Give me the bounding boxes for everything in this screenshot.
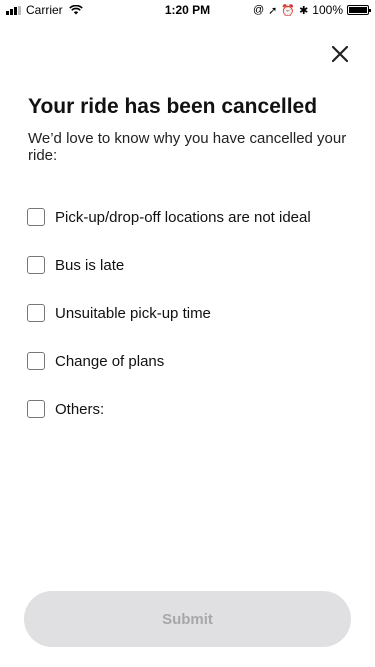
reason-label: Change of plans [55,352,165,370]
status-bar: Carrier 1:20 PM @ ➚ ⏰ ✱ 100% [0,0,375,20]
checkbox[interactable] [27,256,45,274]
reason-option-locations[interactable]: Pick-up/drop-off locations are not ideal [27,193,357,241]
close-button[interactable] [329,43,351,65]
checkbox[interactable] [27,208,45,226]
reason-list: Pick-up/drop-off locations are not ideal… [27,193,357,433]
reason-option-bus-late[interactable]: Bus is late [27,241,357,289]
checkbox[interactable] [27,304,45,322]
reason-label: Bus is late [55,256,125,274]
alarm-icon: ⏰ [281,4,296,17]
rotation-lock-icon: @ [252,4,265,16]
reason-option-pickup-time[interactable]: Unsuitable pick-up time [27,289,357,337]
checkbox[interactable] [27,400,45,418]
status-right: @ ➚ ⏰ ✱ 100% [252,3,371,17]
close-icon [331,45,349,63]
battery-icon [347,5,371,15]
bluetooth-icon: ✱ [299,4,309,17]
page-subtitle: We’d love to know why you have cancelled… [28,130,347,164]
reason-label: Others: [55,400,105,418]
submit-button[interactable]: Submit [24,591,351,647]
page-title: Your ride has been cancelled [28,95,318,118]
reason-option-others[interactable]: Others: [27,385,357,433]
battery-percent: 100% [312,3,343,17]
reason-label: Unsuitable pick-up time [55,304,211,322]
reason-option-change-of-plans[interactable]: Change of plans [27,337,357,385]
location-icon: ➚ [268,4,278,17]
reason-label: Pick-up/drop-off locations are not ideal [55,208,311,226]
checkbox[interactable] [27,352,45,370]
